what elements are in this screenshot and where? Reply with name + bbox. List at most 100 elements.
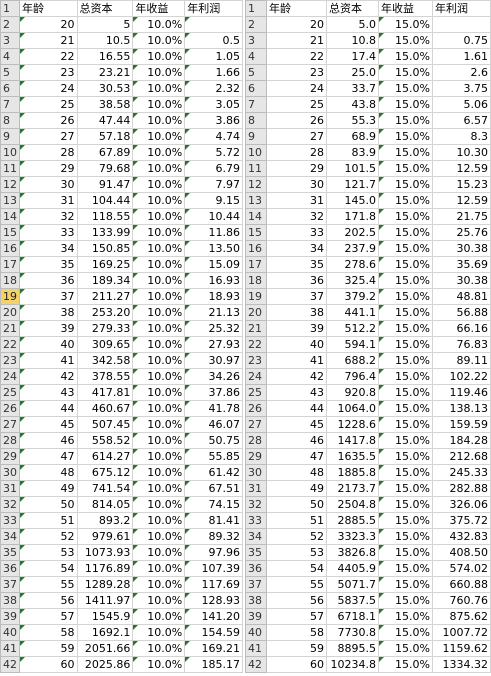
age-cell[interactable]: 28 [19,144,78,161]
row-number[interactable]: 21 [245,320,267,337]
row-number[interactable]: 29 [0,448,20,465]
row-number[interactable]: 18 [245,272,267,289]
capital-cell[interactable]: 1692.1 [76,624,134,641]
profit-cell[interactable]: 76.83 [432,336,491,353]
capital-cell[interactable]: 68.9 [326,128,379,145]
yield-cell[interactable]: 15.0% [378,80,433,97]
age-cell[interactable]: 60 [266,656,327,673]
yield-cell[interactable]: 15.0% [378,352,433,369]
row-number[interactable]: 40 [245,624,267,641]
row-number[interactable]: 22 [245,336,267,353]
row-number[interactable]: 23 [245,352,267,369]
profit-cell[interactable]: 48.81 [432,288,491,305]
capital-cell[interactable]: 441.1 [326,304,379,321]
capital-cell[interactable]: 507.45 [76,416,134,433]
row-number[interactable]: 4 [245,48,267,65]
age-cell[interactable]: 33 [19,224,78,241]
age-cell[interactable]: 41 [19,352,78,369]
age-cell[interactable]: 35 [19,256,78,273]
yield-cell[interactable]: 15.0% [378,592,433,609]
capital-cell[interactable]: 378.55 [76,368,134,385]
yield-cell[interactable]: 10.0% [132,96,186,113]
profit-cell[interactable]: 282.88 [432,480,491,497]
age-cell[interactable]: 45 [266,416,327,433]
row-number[interactable]: 22 [0,336,20,353]
yield-cell[interactable]: 10.0% [132,464,186,481]
profit-cell[interactable]: 6.57 [432,112,491,129]
profit-cell[interactable]: 61.42 [184,464,243,481]
row-number[interactable]: 41 [245,640,267,657]
profit-cell[interactable]: 21.75 [432,208,491,225]
profit-cell[interactable]: 154.59 [184,624,243,641]
column-header-cell[interactable]: 总资本 [76,0,134,17]
yield-cell[interactable]: 10.0% [132,192,186,209]
capital-cell[interactable]: 796.4 [326,368,379,385]
age-cell[interactable]: 38 [19,304,78,321]
capital-cell[interactable]: 688.2 [326,352,379,369]
profit-cell[interactable]: 89.32 [184,528,243,545]
row-number[interactable]: 9 [0,128,20,145]
age-cell[interactable]: 33 [266,224,327,241]
yield-cell[interactable]: 15.0% [378,608,433,625]
capital-cell[interactable]: 30.53 [76,80,134,97]
age-cell[interactable]: 48 [266,464,327,481]
capital-cell[interactable]: 67.89 [76,144,134,161]
capital-cell[interactable]: 460.67 [76,400,134,417]
yield-cell[interactable]: 15.0% [378,576,433,593]
row-number[interactable]: 7 [0,96,20,113]
row-number[interactable]: 11 [245,160,267,177]
row-number[interactable]: 38 [245,592,267,609]
age-cell[interactable]: 23 [266,64,327,81]
profit-cell[interactable]: 15.09 [184,256,243,273]
row-number[interactable]: 41 [0,640,20,657]
profit-cell[interactable]: 11.86 [184,224,243,241]
column-header-cell[interactable]: 年龄 [266,0,327,17]
capital-cell[interactable]: 5071.7 [326,576,379,593]
profit-cell[interactable]: 5.72 [184,144,243,161]
row-number[interactable]: 34 [245,528,267,545]
capital-cell[interactable]: 150.85 [76,240,134,257]
profit-cell[interactable]: 2.32 [184,80,243,97]
age-cell[interactable]: 53 [266,544,327,561]
yield-cell[interactable]: 10.0% [132,304,186,321]
capital-cell[interactable]: 3323.3 [326,528,379,545]
profit-cell[interactable]: 9.15 [184,192,243,209]
age-cell[interactable]: 53 [19,544,78,561]
yield-cell[interactable]: 15.0% [378,288,433,305]
yield-cell[interactable]: 10.0% [132,48,186,65]
row-number[interactable]: 2 [0,16,20,33]
capital-cell[interactable]: 5.0 [326,16,379,33]
capital-cell[interactable]: 3826.8 [326,544,379,561]
yield-cell[interactable]: 15.0% [378,416,433,433]
capital-cell[interactable]: 2504.8 [326,496,379,513]
capital-cell[interactable]: 1885.8 [326,464,379,481]
column-header-cell[interactable]: 年收益 [132,0,186,17]
age-cell[interactable]: 22 [266,48,327,65]
yield-cell[interactable]: 10.0% [132,288,186,305]
row-number[interactable]: 40 [0,624,20,641]
row-number[interactable]: 12 [0,176,20,193]
row-number[interactable]: 31 [0,480,20,497]
profit-cell[interactable]: 432.83 [432,528,491,545]
yield-cell[interactable]: 10.0% [132,352,186,369]
yield-cell[interactable]: 10.0% [132,512,186,529]
profit-cell[interactable]: 875.62 [432,608,491,625]
age-cell[interactable]: 58 [19,624,78,641]
profit-cell[interactable]: 3.75 [432,80,491,97]
capital-cell[interactable]: 2885.5 [326,512,379,529]
profit-cell[interactable]: 7.97 [184,176,243,193]
yield-cell[interactable]: 15.0% [378,240,433,257]
profit-cell[interactable]: 41.78 [184,400,243,417]
yield-cell[interactable]: 10.0% [132,176,186,193]
age-cell[interactable]: 40 [266,336,327,353]
capital-cell[interactable]: 133.99 [76,224,134,241]
capital-cell[interactable]: 814.05 [76,496,134,513]
column-header-cell[interactable]: 年龄 [19,0,78,17]
column-header-cell[interactable]: 年收益 [378,0,433,17]
capital-cell[interactable]: 5 [76,16,134,33]
yield-cell[interactable]: 15.0% [378,64,433,81]
yield-cell[interactable]: 15.0% [378,368,433,385]
capital-cell[interactable]: 38.58 [76,96,134,113]
yield-cell[interactable]: 15.0% [378,48,433,65]
row-number[interactable]: 30 [0,464,20,481]
